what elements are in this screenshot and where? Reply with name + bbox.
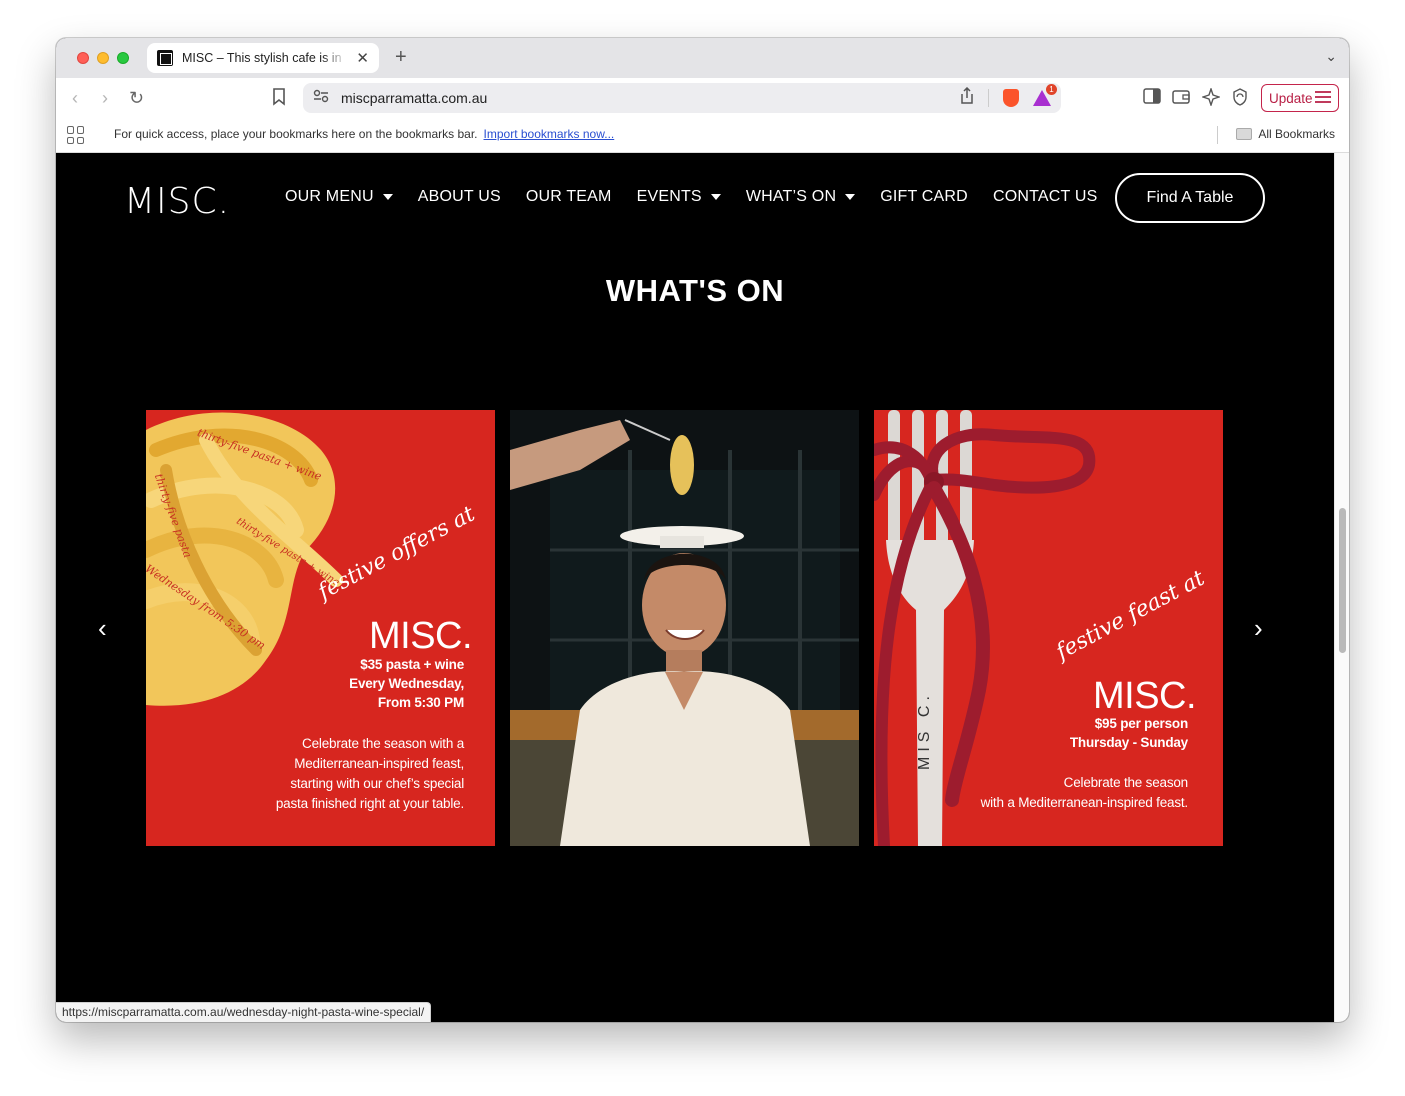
chef-photo-illustration bbox=[510, 410, 859, 846]
card-brand: MISC. bbox=[369, 615, 473, 657]
site-favicon-icon bbox=[157, 50, 173, 66]
minimize-window-button[interactable] bbox=[97, 52, 109, 64]
bookmark-icon[interactable] bbox=[272, 88, 286, 110]
all-bookmarks-label: All Bookmarks bbox=[1258, 127, 1335, 141]
folder-icon bbox=[1236, 128, 1253, 140]
brave-shields-icon[interactable] bbox=[1003, 89, 1019, 107]
toolbar: ‹ › ↻ miscparramatta.com.au 1 Update bbox=[56, 78, 1349, 118]
address-bar[interactable]: miscparramatta.com.au 1 bbox=[303, 83, 1061, 113]
nav-label: OUR TEAM bbox=[525, 188, 612, 205]
close-window-button[interactable] bbox=[77, 52, 89, 64]
caret-down-icon bbox=[710, 194, 721, 200]
close-tab-icon[interactable]: ✕ bbox=[356, 49, 369, 67]
caret-down-icon bbox=[382, 194, 393, 200]
update-label: Update bbox=[1269, 90, 1313, 106]
zoom-window-button[interactable] bbox=[117, 52, 129, 64]
nav-events[interactable]: EVENTS bbox=[637, 188, 721, 206]
apps-grid-icon[interactable] bbox=[67, 126, 85, 144]
site-logo[interactable]: MISC. bbox=[124, 181, 230, 222]
desc-line: Celebrate the season bbox=[1063, 775, 1189, 790]
rewards-badge: 1 bbox=[1046, 84, 1057, 95]
bookmarks-hint-text: For quick access, place your bookmarks h… bbox=[114, 127, 478, 141]
sidebar-icon[interactable] bbox=[1143, 88, 1161, 108]
section-title: WHAT'S ON bbox=[605, 273, 785, 308]
card-brand: MISC. bbox=[1093, 675, 1197, 717]
nav-label: CONTACT US bbox=[992, 188, 1098, 205]
event-card-pasta-wine[interactable]: thirty-five pasta + wine thirty-five pas… bbox=[146, 410, 495, 846]
reload-icon[interactable]: ↻ bbox=[129, 88, 144, 108]
active-tab[interactable]: MISC – This stylish cafe is in ✕ bbox=[147, 43, 379, 73]
fork-engraving: MIS C. bbox=[916, 691, 933, 770]
event-card-chef-photo[interactable] bbox=[510, 410, 859, 846]
offer-time: From 5:30 PM bbox=[377, 695, 464, 710]
main-nav: OUR MENU ABOUT US OUR TEAM EVENTS WHAT’S… bbox=[285, 188, 1122, 206]
card-offer: $35 pasta + wine Every Wednesday, From 5… bbox=[349, 655, 464, 712]
nav-label: WHAT’S ON bbox=[745, 188, 837, 205]
menu-icon bbox=[1315, 90, 1331, 106]
desc-line: Mediterranean-inspired feast, bbox=[294, 756, 464, 771]
desc-line: Celebrate the season with a bbox=[302, 736, 464, 751]
offer-when: Thursday - Sunday bbox=[1069, 735, 1188, 750]
forward-icon[interactable]: › bbox=[102, 88, 108, 108]
card-description: Celebrate the season with a Mediterranea… bbox=[980, 773, 1189, 813]
nav-whats-on[interactable]: WHAT’S ON bbox=[745, 188, 856, 206]
card-description: Celebrate the season with a Mediterranea… bbox=[276, 734, 464, 814]
import-bookmarks-link[interactable]: Import bookmarks now... bbox=[484, 127, 615, 141]
nav-gift-card[interactable]: GIFT CARD bbox=[880, 188, 968, 206]
event-card-festive-feast[interactable]: MIS C. festive feast at MISC. $95 per pe… bbox=[874, 410, 1223, 846]
page-scrollbar[interactable] bbox=[1334, 153, 1349, 1022]
nav-contact-us[interactable]: CONTACT US bbox=[993, 188, 1098, 206]
leo-ai-icon[interactable] bbox=[1200, 86, 1222, 110]
nav-our-menu[interactable]: OUR MENU bbox=[285, 188, 393, 206]
tab-list-chevron-icon[interactable]: ⌄ bbox=[1325, 48, 1337, 65]
find-a-table-button[interactable]: Find A Table bbox=[1115, 173, 1265, 223]
nav-label: GIFT CARD bbox=[880, 188, 968, 205]
desc-line: pasta finished right at your table. bbox=[275, 796, 464, 811]
desc-line: starting with our chef’s special bbox=[290, 776, 464, 791]
caret-down-icon bbox=[845, 194, 856, 200]
bookmarks-bar: For quick access, place your bookmarks h… bbox=[56, 118, 1349, 153]
carousel-next-icon[interactable]: › bbox=[1254, 615, 1263, 641]
scrollbar-thumb[interactable] bbox=[1339, 508, 1346, 653]
tab-strip: MISC – This stylish cafe is in ✕ + ⌄ bbox=[56, 38, 1349, 78]
offer-price: $35 pasta + wine bbox=[360, 657, 464, 672]
bookmarks-hint: For quick access, place your bookmarks h… bbox=[114, 127, 614, 141]
nav-label: ABOUT US bbox=[417, 188, 501, 205]
brave-rewards-icon[interactable]: 1 bbox=[1033, 84, 1057, 106]
bookmarks-divider bbox=[1217, 126, 1218, 144]
tab-title: MISC – This stylish cafe is in bbox=[182, 51, 342, 65]
desc-line: with a Mediterranean-inspired feast. bbox=[980, 795, 1189, 810]
card-offer: $95 per person Thursday - Sunday bbox=[1070, 714, 1188, 752]
offer-when: Every Wednesday, bbox=[349, 676, 464, 691]
link-status-bar: https://miscparramatta.com.au/wednesday-… bbox=[56, 1002, 432, 1022]
browser-window: MISC – This stylish cafe is in ✕ + ⌄ ‹ ›… bbox=[56, 38, 1349, 1022]
offer-price: $95 per person bbox=[1094, 716, 1188, 731]
web-page: MISC. OUR MENU ABOUT US OUR TEAM EVENTS … bbox=[56, 153, 1334, 1022]
back-icon[interactable]: ‹ bbox=[72, 88, 78, 108]
vpn-icon[interactable] bbox=[1232, 88, 1248, 110]
site-settings-icon[interactable] bbox=[313, 89, 329, 108]
nav-our-team[interactable]: OUR TEAM bbox=[526, 188, 612, 206]
nav-label: EVENTS bbox=[636, 188, 702, 205]
wallet-icon[interactable] bbox=[1172, 88, 1190, 108]
share-icon[interactable] bbox=[960, 86, 974, 109]
url-text: miscparramatta.com.au bbox=[341, 90, 488, 106]
update-button[interactable]: Update bbox=[1261, 84, 1339, 112]
new-tab-button[interactable]: + bbox=[395, 46, 407, 69]
nav-label: OUR MENU bbox=[285, 188, 374, 205]
url-divider bbox=[988, 89, 989, 107]
all-bookmarks-button[interactable]: All Bookmarks bbox=[1236, 127, 1335, 141]
nav-about-us[interactable]: ABOUT US bbox=[418, 188, 501, 206]
carousel-prev-icon[interactable]: ‹ bbox=[98, 615, 107, 641]
